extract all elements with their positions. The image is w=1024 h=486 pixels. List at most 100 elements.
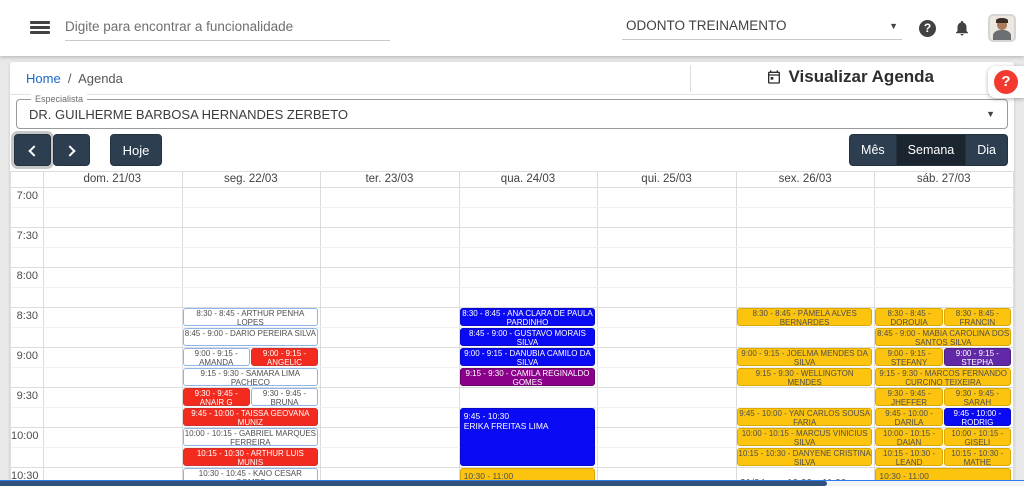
calendar-event[interactable]: 9:15 - 9:30 - SAMARA LIMA PACHECO: [183, 368, 319, 386]
calendar-event[interactable]: 10:15 - 10:30 - DANYENE CRISTINA SILVA: [737, 448, 873, 466]
dropdown-caret-icon: ▼: [986, 109, 995, 119]
help-tab[interactable]: ?: [988, 66, 1024, 98]
calendar-event[interactable]: 10:00 - 10:15 - MARCUS VINICIUS SILVA: [737, 428, 873, 446]
calendar-icon: [766, 69, 782, 85]
specialist-label: Especialista: [31, 94, 87, 104]
calendar-event[interactable]: 9:00 - 9:15 - ANGELICTEIXEIRA: [251, 348, 318, 366]
calendar-toolbar: Hoje MêsSemanaDia: [10, 134, 1014, 166]
grid-line: [1013, 172, 1014, 486]
grid-line: [320, 172, 321, 486]
day-header: seg. 22/03: [182, 172, 321, 187]
breadcrumb-current: Agenda: [78, 71, 123, 86]
calendar-event[interactable]: 9:30 - 9:45 - JHEFFERCARVALH: [875, 388, 942, 406]
view-button-day[interactable]: Dia: [966, 134, 1008, 166]
breadcrumb-row: Home / Agenda Visualizar Agenda: [10, 62, 1014, 95]
calendar-grid: dom. 21/03seg. 22/03ter. 23/03qua. 24/03…: [10, 171, 1014, 486]
calendar-event[interactable]: 8:30 - 8:45 - FRANCINDA SILVA: [944, 308, 1011, 326]
menu-icon[interactable]: [30, 21, 50, 35]
calendar-event[interactable]: 9:30 - 9:45 - BRUNACRISTIN: [251, 388, 318, 406]
scrollbar-thumb[interactable]: [0, 481, 827, 486]
view-button-week[interactable]: Semana: [897, 134, 967, 166]
breadcrumb-separator: /: [68, 71, 72, 86]
calendar-event[interactable]: 9:00 - 9:15 - AMANDACASTRO: [183, 348, 250, 366]
calendar-event[interactable]: 9:15 - 9:30 - CAMILA REGINALDO GOMES: [460, 368, 596, 386]
calendar-event[interactable]: 9:00 - 9:15 - STEFANYVIEIRA: [875, 348, 942, 366]
calendar-event[interactable]: 9:45 - 10:30ERIKA FREITAS LIMA: [460, 408, 596, 466]
time-label: 9:30: [11, 390, 38, 402]
help-icon[interactable]: ?: [919, 20, 936, 37]
calendar-event[interactable]: 10:15 - 10:30 - LEANDSOUZA: [875, 448, 942, 466]
time-label: 9:00: [11, 350, 38, 362]
time-label: 8:30: [11, 310, 38, 322]
search-input[interactable]: [65, 15, 390, 40]
agenda-card: Home / Agenda Visualizar Agenda Especial…: [10, 62, 1014, 486]
calendar-event[interactable]: 10:00 - 10:15 - GISELIMARIA: [944, 428, 1011, 446]
function-search: [65, 15, 390, 41]
specialist-select[interactable]: Especialista DR. GUILHERME BARBOSA HERNA…: [16, 99, 1008, 129]
next-button[interactable]: [53, 134, 90, 166]
grid-line: [11, 287, 1014, 288]
dropdown-caret-icon: ▼: [889, 21, 898, 31]
calendar-event[interactable]: 10:00 - 10:15 - DAIANALMEI: [875, 428, 942, 446]
calendar-event[interactable]: 9:30 - 9:45 - ANAIR GARAUJO: [183, 388, 250, 406]
horizontal-scrollbar: [0, 480, 1024, 486]
calendar-event[interactable]: 10:00 - 10:15 - GABRIEL MARQUESFERREIRA: [183, 428, 319, 446]
calendar-event[interactable]: 9:00 - 9:15 - STEPHAMARTINS: [944, 348, 1011, 366]
chevron-left-icon: [28, 145, 39, 156]
calendar-event[interactable]: 8:30 - 8:45 - ARTHUR PENHA LOPES: [183, 308, 319, 326]
calendar-event[interactable]: 9:15 - 9:30 - WELLINGTON MENDESPEREIRA: [737, 368, 873, 386]
calendar-event[interactable]: 8:45 - 9:00 - GUSTAVO MORAIS SILVA: [460, 328, 596, 346]
day-header: ter. 23/03: [320, 172, 459, 187]
breadcrumb-home-link[interactable]: Home: [26, 71, 61, 86]
calendar-event[interactable]: 9:45 - 10:00 - DARILAALMEID: [875, 408, 942, 426]
view-switcher: MêsSemanaDia: [849, 134, 1008, 166]
grid-line: [11, 187, 1014, 188]
prev-button[interactable]: [14, 134, 51, 166]
calendar-event[interactable]: 9:15 - 9:30 - MARCOS FERNANDOCURCINO TEI…: [875, 368, 1011, 386]
calendar-event[interactable]: 9:45 - 10:00 - RODRIGGONÇA: [944, 408, 1011, 426]
day-header: sex. 26/03: [736, 172, 875, 187]
time-label: 7:30: [11, 230, 38, 242]
calendar-event[interactable]: 10:15 - 10:30 - MATHEMARIA: [944, 448, 1011, 466]
time-label: 8:00: [11, 270, 38, 282]
calendar-event[interactable]: 8:30 - 8:45 - ANA CLARA DE PAULAPARDINHO: [460, 308, 596, 326]
company-select-value: ODONTO TREINAMENTO: [626, 18, 787, 33]
grid-line: [11, 247, 1014, 248]
day-header: qua. 24/03: [459, 172, 598, 187]
grid-line: [11, 207, 1014, 208]
specialist-value: DR. GUILHERME BARBOSA HERNANDES ZERBETO: [29, 107, 348, 122]
time-label: 10:00: [11, 430, 38, 442]
grid-line: [597, 172, 598, 486]
page-title: Visualizar Agenda: [766, 67, 935, 87]
calendar-event[interactable]: 8:45 - 9:00 - DARIO PEREIRA SILVA: [183, 328, 319, 346]
calendar-event[interactable]: 9:00 - 9:15 - DANUBIA CAMILO DA SILVA: [460, 348, 596, 366]
day-header: dom. 21/03: [43, 172, 182, 187]
day-header: qui. 25/03: [597, 172, 736, 187]
notifications-bell-icon[interactable]: [953, 19, 971, 37]
day-header: sáb. 27/03: [874, 172, 1013, 187]
breadcrumb: Home / Agenda: [26, 71, 123, 86]
page-title-text: Visualizar Agenda: [789, 67, 935, 87]
red-help-icon: ?: [994, 70, 1018, 94]
grid-line: [43, 172, 44, 486]
grid-line: [11, 387, 1014, 388]
appbar-right: ODONTO TREINAMENTO ▼ ?: [622, 0, 1016, 56]
company-select[interactable]: ODONTO TREINAMENTO ▼: [622, 16, 902, 40]
calendar-event[interactable]: 9:00 - 9:15 - JOELMA MENDES DA SILVA: [737, 348, 873, 366]
calendar-event[interactable]: 8:30 - 8:45 - DORQUIACARVALH: [875, 308, 942, 326]
calendar-event[interactable]: 9:30 - 9:45 - SARAHRODRIGU: [944, 388, 1011, 406]
chevron-right-icon: [64, 145, 75, 156]
app-bar: ODONTO TREINAMENTO ▼ ?: [0, 0, 1024, 56]
calendar-event[interactable]: 9:45 - 10:00 - YAN CARLOS SOUSA FARIA: [737, 408, 873, 426]
time-label: 7:00: [11, 190, 38, 202]
calendar-event[interactable]: 10:15 - 10:30 - ARTHUR LUIS MUNISPEREIRA: [183, 448, 319, 466]
view-button-month[interactable]: Mês: [849, 134, 897, 166]
user-avatar[interactable]: [988, 14, 1016, 42]
today-button[interactable]: Hoje: [110, 134, 162, 166]
grid-line: [11, 267, 1014, 268]
grid-line: [11, 227, 1014, 228]
divider: [690, 65, 691, 92]
calendar-event[interactable]: 9:45 - 10:00 - TAISSA GEOVANA MUNIZPERER…: [183, 408, 319, 426]
calendar-event[interactable]: 8:45 - 9:00 - MABIA CAROLINA DOSSANTOS S…: [875, 328, 1011, 346]
calendar-event[interactable]: 8:30 - 8:45 - PÂMELA ALVES BERNARDES: [737, 308, 873, 326]
